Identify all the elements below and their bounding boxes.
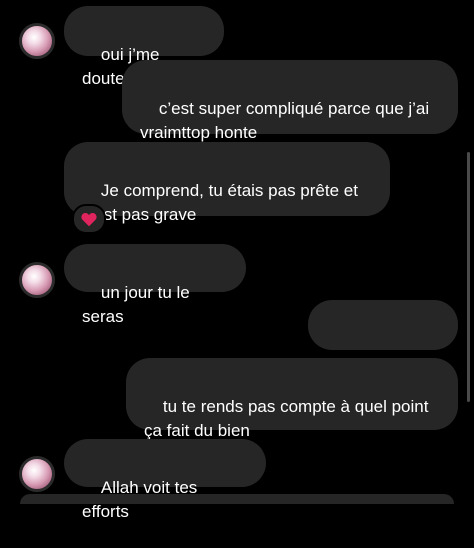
message-text: tu te rends pas compte à quel point ça f… bbox=[144, 397, 434, 440]
received-message-bubble[interactable]: oui j’me doute! bbox=[64, 6, 224, 88]
scrollbar[interactable] bbox=[467, 152, 470, 402]
contact-avatar[interactable] bbox=[19, 456, 55, 492]
message-text: un jour tu le seras bbox=[82, 283, 195, 326]
red-heart-icon bbox=[81, 212, 97, 226]
sent-message-bubble[interactable]: c’est super compliqué parce que j’ai vra… bbox=[122, 60, 458, 142]
message-text: c’est super compliqué parce que j’ai vra… bbox=[140, 99, 434, 142]
received-message-bubble[interactable]: Allah voit tes efforts bbox=[64, 439, 266, 521]
received-message-bubble[interactable]: Je comprend, tu étais pas prête et c’est… bbox=[64, 142, 390, 224]
sent-message-bubble[interactable]: wooouuaaaah bbox=[308, 300, 458, 382]
sent-message-bubble[interactable]: tu te rends pas compte à quel point ça f… bbox=[126, 358, 458, 440]
message-thread: oui j’me doute! c’est super compliqué pa… bbox=[0, 0, 474, 521]
contact-avatar[interactable] bbox=[19, 23, 55, 59]
message-reaction[interactable] bbox=[72, 204, 106, 234]
message-text: Je comprend, tu étais pas prête et c’est… bbox=[82, 181, 363, 224]
next-message-edge bbox=[20, 494, 454, 504]
contact-avatar[interactable] bbox=[19, 262, 55, 298]
received-message-bubble[interactable]: un jour tu le seras bbox=[64, 244, 246, 326]
